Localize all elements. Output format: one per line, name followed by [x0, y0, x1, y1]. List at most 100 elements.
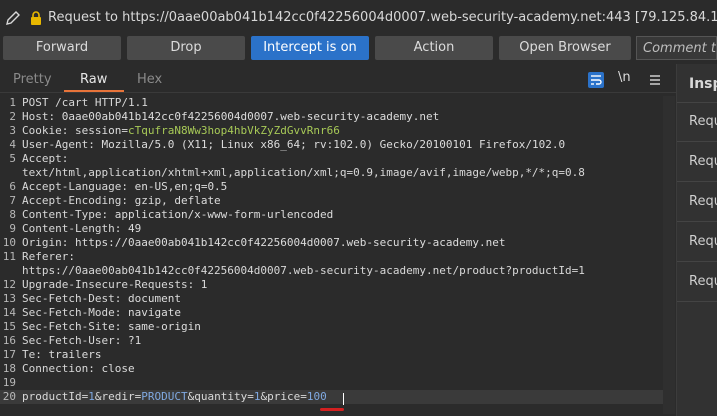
text-line: text/html,application/xhtml+xml,applicat…	[22, 166, 585, 179]
header-name: Origin:	[22, 236, 69, 249]
request-text[interactable]: 1 POST /cart HTTP/1.1 2 Host: 0aae00ab041b1…	[0, 96, 663, 404]
line-number: 10	[2, 236, 16, 249]
header-line: Sec-Fetch-Site: same-origin	[22, 320, 201, 334]
header-value: en-US,en;q=0.5	[127, 180, 228, 193]
request-line[interactable]: 2 Host: 0aae00ab041b142cc0f42256004d0007.…	[0, 110, 663, 124]
request-line[interactable]: 8 Content-Type: application/x-www-form-ur…	[0, 208, 663, 222]
request-line[interactable]: 12 Upgrade-Insecure-Requests: 1	[0, 278, 663, 292]
line-number: 7	[9, 194, 16, 207]
line-number: 3	[9, 124, 16, 137]
header-line: Connection: close	[22, 362, 135, 376]
header-value: close	[94, 362, 135, 375]
inspector-title: Insp	[689, 76, 717, 92]
param-name: quantity=	[194, 390, 254, 403]
lock-icon	[31, 11, 41, 25]
tab-hex[interactable]: Hex	[137, 68, 162, 92]
request-line[interactable]: 10 Origin: https://0aae00ab041b142cc0f422…	[0, 236, 663, 250]
request-line[interactable]: 16 Sec-Fetch-User: ?1	[0, 334, 663, 348]
header-line: Accept:	[22, 152, 68, 166]
action-button[interactable]: Action	[375, 36, 493, 60]
request-line[interactable]: 11 Referer:	[0, 250, 663, 264]
forward-button[interactable]: Forward	[3, 36, 121, 60]
tab-pretty[interactable]: Pretty	[13, 68, 52, 92]
line-number: 11	[2, 250, 16, 263]
request-body-line[interactable]: 20 productId=1&redir=PRODUCT&quantity=1&p…	[0, 390, 663, 404]
inspector-item[interactable]: Requ	[689, 114, 717, 129]
open-browser-button[interactable]: Open Browser	[499, 36, 631, 60]
line-number: 8	[9, 208, 16, 221]
param-name: price=	[267, 390, 307, 403]
line-number: 19	[2, 376, 16, 389]
request-line[interactable]: 13 Sec-Fetch-Dest: document	[0, 292, 663, 306]
header-value: navigate	[121, 306, 181, 319]
request-line[interactable]: 1 POST /cart HTTP/1.1	[0, 96, 663, 110]
tab-raw[interactable]: Raw	[80, 68, 107, 92]
inspector-item[interactable]: Requ	[689, 154, 717, 169]
request-line[interactable]: 17 Te: trailers	[0, 348, 663, 362]
header-name: Sec-Fetch-Mode:	[22, 306, 122, 319]
header-name: Sec-Fetch-Site:	[22, 320, 122, 333]
inspector-item[interactable]: Requ	[689, 194, 717, 209]
intercept-toggle-button[interactable]: Intercept is on	[251, 36, 369, 60]
header-line: Origin: https://0aae00ab041b142cc0f42256…	[22, 236, 505, 250]
header-value: Mozilla/5.0 (X11; Linux x86_64; rv:102.0…	[94, 138, 566, 151]
header-name: User-Agent:	[22, 138, 95, 151]
editor-scrollbar[interactable]	[663, 96, 675, 414]
request-line[interactable]: 15 Sec-Fetch-Site: same-origin	[0, 320, 663, 334]
request-line[interactable]: 9 Content-Length: 49	[0, 222, 663, 236]
header-line: Cookie: session=cTqufraN8Ww3hop4hbVkZyZd…	[22, 124, 340, 138]
param-value: PRODUCT	[141, 390, 188, 403]
text-cursor	[343, 393, 344, 405]
header-line: Content-Length: 49	[22, 222, 141, 236]
title-bar: Request to https://0aae00ab041b142cc0f42…	[0, 0, 717, 36]
comment-input[interactable]: Comment th	[636, 36, 717, 60]
wrap-lines-icon[interactable]	[588, 72, 604, 88]
menu-icon[interactable]	[647, 72, 663, 88]
text-line: POST /cart HTTP/1.1	[22, 96, 148, 109]
header-line: Accept-Encoding: gzip, deflate	[22, 194, 221, 208]
inspector-item[interactable]: Requ	[689, 274, 717, 289]
header-line: Upgrade-Insecure-Requests: 1	[22, 278, 207, 292]
request-line[interactable]: text/html,application/xhtml+xml,applicat…	[0, 166, 663, 180]
request-line[interactable]: 4 User-Agent: Mozilla/5.0 (X11; Linux x86…	[0, 138, 663, 152]
inspector-divider	[677, 301, 717, 302]
line-number: 17	[2, 348, 16, 361]
inspector-item[interactable]: Requ	[689, 234, 717, 249]
header-name: Accept-Language:	[22, 180, 128, 193]
request-title: Request to https://0aae00ab041b142cc0f42…	[48, 10, 717, 25]
request-line[interactable]: 18 Connection: close	[0, 362, 663, 376]
pencil-icon[interactable]	[4, 9, 22, 27]
request-line[interactable]: 14 Sec-Fetch-Mode: navigate	[0, 306, 663, 320]
body-params: productId=1&redir=PRODUCT&quantity=1&pri…	[22, 390, 327, 404]
header-value: gzip, deflate	[127, 194, 221, 207]
header-line: Sec-Fetch-User: ?1	[22, 334, 141, 348]
line-number: 9	[9, 222, 16, 235]
request-line[interactable]: 19	[0, 376, 663, 390]
request-line[interactable]: 5 Accept:	[0, 152, 663, 166]
request-line[interactable]: 6 Accept-Language: en-US,en;q=0.5	[0, 180, 663, 194]
show-newlines-icon[interactable]: \n	[618, 70, 631, 85]
header-line: Host: 0aae00ab041b142cc0f42256004d0007.w…	[22, 110, 439, 124]
inspector-divider	[677, 141, 717, 142]
request-line[interactable]: 3 Cookie: session=cTqufraN8Ww3hop4hbVkZyZ…	[0, 124, 663, 138]
request-line[interactable]: https://0aae00ab041b142cc0f42256004d0007…	[0, 264, 663, 278]
line-number: 16	[2, 334, 16, 347]
header-name: Sec-Fetch-User:	[22, 334, 122, 347]
line-number: 4	[9, 138, 16, 151]
header-name: Accept-Encoding:	[22, 194, 128, 207]
header-name: Connection:	[22, 362, 95, 375]
inspector-divider	[677, 181, 717, 182]
header-name: Accept:	[22, 152, 69, 165]
header-name: Content-Type:	[22, 208, 109, 221]
drop-button[interactable]: Drop	[127, 36, 245, 60]
param-name: redir=	[101, 390, 142, 403]
request-line[interactable]: 7 Accept-Encoding: gzip, deflate	[0, 194, 663, 208]
header-value: session=	[68, 124, 128, 137]
header-name: Te:	[22, 348, 42, 361]
line-number: 13	[2, 292, 16, 305]
header-value: trailers	[41, 348, 102, 361]
header-value: 1	[194, 278, 208, 291]
header-line: Sec-Fetch-Mode: navigate	[22, 306, 181, 320]
line-number: 6	[9, 180, 16, 193]
header-value: application/x-www-form-urlencoded	[108, 208, 334, 221]
